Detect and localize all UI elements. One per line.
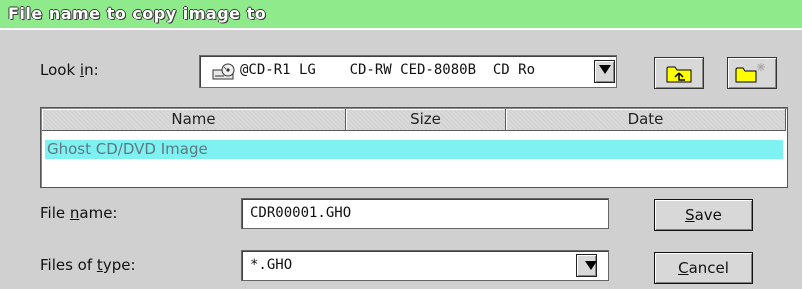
up-folder-icon (666, 66, 692, 83)
new-folder-icon (735, 63, 765, 83)
filename-label: File name: (40, 204, 118, 222)
chevron-down-icon (599, 65, 611, 74)
chevron-down-icon (585, 261, 597, 270)
lookin-value: @CD-R1 LG CD-RW CED-8080B CD Ro (240, 62, 536, 78)
list-item[interactable]: Ghost CD/DVD Image (45, 140, 783, 159)
create-new-folder-button[interactable] (727, 57, 777, 89)
filetype-combobox[interactable]: *.GHO (241, 250, 609, 281)
title-bar[interactable]: File name to copy image to (0, 0, 802, 30)
copy-image-dialog: File name to copy image to Look in: @CD-… (0, 0, 802, 289)
up-one-level-button[interactable] (654, 57, 704, 89)
filetype-label: Files of type: (40, 256, 136, 274)
filename-value: CDR00001.GHO (250, 205, 352, 221)
column-header-date[interactable]: Date (506, 109, 786, 131)
lookin-dropdown-button[interactable] (594, 60, 615, 83)
filetype-dropdown-button[interactable] (576, 254, 597, 277)
filename-input[interactable]: CDR00001.GHO (241, 198, 609, 229)
filetype-value: *.GHO (250, 257, 293, 273)
column-header-name[interactable]: Name (42, 109, 346, 131)
cd-drive-icon (212, 63, 235, 80)
file-list[interactable]: Name Size Date Ghost CD/DVD Image (40, 107, 788, 188)
dialog-title: File name to copy image to (8, 4, 267, 23)
list-item-name: Ghost CD/DVD Image (47, 140, 208, 158)
save-button[interactable]: Save (654, 199, 753, 231)
lookin-label: Look in: (40, 61, 99, 79)
column-header-size[interactable]: Size (346, 109, 506, 131)
lookin-combobox[interactable]: @CD-R1 LG CD-RW CED-8080B CD Ro (199, 55, 617, 88)
cancel-button[interactable]: Cancel (654, 252, 753, 284)
